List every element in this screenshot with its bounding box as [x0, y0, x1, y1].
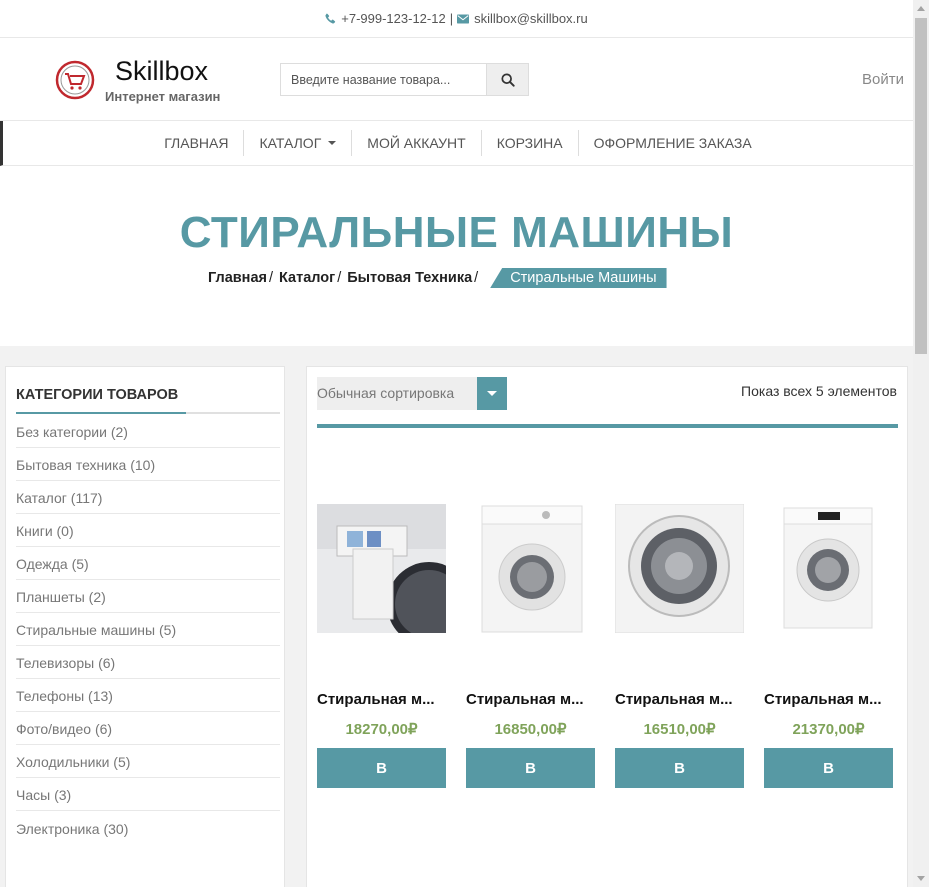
washing-machine-image	[317, 504, 471, 646]
scroll-thumb[interactable]	[915, 18, 927, 354]
breadcrumb: Главная / Каталог / Бытовая Техника / Ст…	[208, 268, 667, 288]
category-item[interactable]: Фото/видео (6)	[16, 712, 280, 745]
email-address[interactable]: skillbox@skillbox.ru	[474, 11, 588, 26]
category-item[interactable]: Часы (3)	[16, 778, 280, 811]
main-nav: ГЛАВНАЯ КАТАЛОГ МОЙ АККАУНТ КОРЗИНА ОФОР…	[0, 121, 913, 166]
product-image[interactable]	[317, 504, 471, 646]
sort-select[interactable]: Обычная сортировка	[317, 377, 507, 410]
nav-label: КАТАЛОГ	[259, 135, 322, 151]
product-name[interactable]: Стиральная м...	[317, 691, 446, 708]
nav-item-catalog[interactable]: КАТАЛОГ	[244, 130, 353, 156]
add-to-cart-button[interactable]: В	[317, 748, 446, 788]
product-image[interactable]	[764, 504, 893, 633]
category-list: Без категории (2) Бытовая техника (10) К…	[16, 415, 280, 844]
search-input[interactable]	[280, 63, 486, 96]
phone-number[interactable]: +7-999-123-12-12	[341, 11, 445, 26]
product-card: Стиральная м... 16510,00₽ В	[614, 503, 745, 788]
breadcrumb-home[interactable]: Главная	[208, 270, 267, 286]
page-title: СТИРАЛЬНЫЕ МАШИНЫ	[179, 208, 734, 257]
nav-item-checkout[interactable]: ОФОРМЛЕНИЕ ЗАКАЗА	[579, 130, 767, 156]
contact-bar: +7-999-123-12-12 | skillbox@skillbox.ru	[0, 0, 913, 38]
add-to-cart-button[interactable]: В	[615, 748, 744, 788]
main-area: КАТЕГОРИИ ТОВАРОВ Без категории (2) Быто…	[0, 346, 913, 887]
washing-machine-image	[764, 504, 893, 633]
category-item[interactable]: Стиральные машины (5)	[16, 613, 280, 646]
product-image[interactable]	[466, 504, 595, 633]
nav-item-home[interactable]: ГЛАВНАЯ	[149, 130, 245, 156]
result-count: Показ всех 5 элементов	[741, 383, 897, 399]
category-item[interactable]: Электроника (30)	[16, 811, 280, 844]
sort-value: Обычная сортировка	[317, 385, 455, 401]
product-price: 16850,00₽	[494, 721, 567, 738]
page-hero: СТИРАЛЬНЫЕ МАШИНЫ Главная / Каталог / Бы…	[0, 166, 913, 346]
breadcrumb-catalog[interactable]: Каталог	[279, 270, 335, 286]
add-to-cart-button[interactable]: В	[466, 748, 595, 788]
product-card: Стиральная м... 16850,00₽ В	[466, 504, 595, 788]
product-card: Стиральная м... 18270,00₽ В	[317, 504, 471, 788]
category-item[interactable]: Одежда (5)	[16, 547, 280, 580]
washing-machine-image	[614, 503, 745, 634]
widget-title: КАТЕГОРИИ ТОВАРОВ	[16, 387, 179, 403]
title-underline	[16, 412, 280, 414]
nav-label: ОФОРМЛЕНИЕ ЗАКАЗА	[593, 135, 752, 151]
product-price: 16510,00₽	[643, 721, 716, 738]
category-item[interactable]: Планшеты (2)	[16, 580, 280, 613]
page-scrollbar[interactable]	[913, 0, 929, 887]
logo-title: Skillbox	[115, 56, 209, 86]
accent-divider	[317, 424, 898, 428]
category-item[interactable]: Каталог (117)	[16, 481, 280, 514]
scroll-up-arrow-icon[interactable]	[917, 6, 925, 11]
cart-logo-icon	[55, 60, 95, 100]
product-price: 21370,00₽	[792, 721, 865, 738]
nav-label: МОЙ АККАУНТ	[367, 135, 466, 151]
product-name[interactable]: Стиральная м...	[764, 691, 893, 708]
nav-item-cart[interactable]: КОРЗИНА	[482, 130, 579, 156]
product-card: Стиральная м... 21370,00₽ В	[764, 504, 893, 788]
product-name[interactable]: Стиральная м...	[615, 691, 744, 708]
breadcrumb-current: Стиральные Машины	[490, 268, 667, 288]
product-price: 18270,00₽	[345, 721, 418, 738]
add-to-cart-button[interactable]: В	[764, 748, 893, 788]
search-button[interactable]	[486, 63, 529, 96]
contact-separator: |	[449, 11, 454, 26]
category-item[interactable]: Бытовая техника (10)	[16, 448, 280, 481]
breadcrumb-separator: /	[268, 270, 274, 286]
category-item[interactable]: Книги (0)	[16, 514, 280, 547]
site-logo[interactable]: Skillbox Интернет магазин	[55, 56, 235, 106]
caret-down-icon	[328, 141, 337, 145]
nav-label: ГЛАВНАЯ	[164, 135, 229, 151]
logo-subtitle: Интернет магазин	[105, 89, 221, 104]
washing-machine-image	[466, 504, 595, 633]
breadcrumb-separator: /	[337, 270, 342, 286]
product-grid: Стиральная м... 18270,00₽ В Стиральная м…	[317, 503, 902, 788]
nav-item-account[interactable]: МОЙ АККАУНТ	[352, 130, 482, 156]
category-item[interactable]: Холодильники (5)	[16, 745, 280, 778]
site-header: Skillbox Интернет магазин Войти	[0, 38, 913, 121]
categories-widget: КАТЕГОРИИ ТОВАРОВ Без категории (2) Быто…	[5, 366, 285, 887]
breadcrumb-appliances[interactable]: Бытовая Техника	[347, 270, 472, 286]
product-name[interactable]: Стиральная м...	[466, 691, 595, 708]
breadcrumb-separator: /	[474, 270, 479, 286]
category-item[interactable]: Телефоны (13)	[16, 679, 280, 712]
product-listing: Обычная сортировка Показ всех 5 элементо…	[306, 366, 908, 887]
search-icon	[500, 72, 515, 87]
dropdown-toggle[interactable]	[477, 377, 507, 410]
category-item[interactable]: Телевизоры (6)	[16, 646, 280, 679]
product-image[interactable]	[614, 503, 745, 634]
envelope-icon	[457, 14, 470, 24]
nav-label: КОРЗИНА	[496, 135, 563, 151]
phone-icon	[325, 13, 336, 24]
chevron-down-icon	[487, 391, 497, 396]
category-item[interactable]: Без категории (2)	[16, 415, 280, 448]
search-form	[280, 63, 529, 96]
login-link[interactable]: Войти	[862, 71, 904, 88]
scroll-down-arrow-icon[interactable]	[917, 876, 925, 881]
